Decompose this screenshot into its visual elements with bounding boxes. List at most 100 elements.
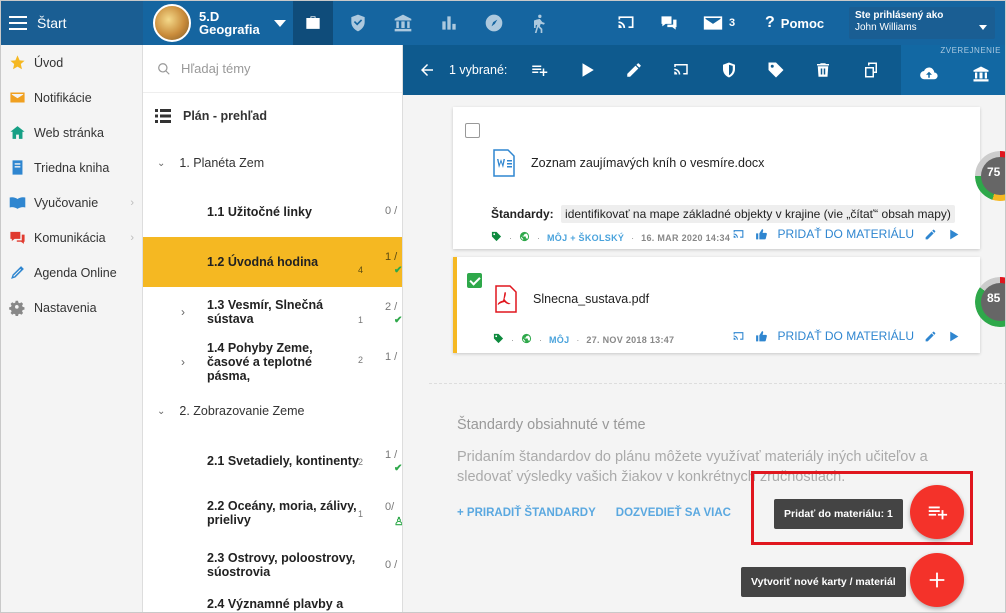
gauge-icon[interactable] [474,1,514,45]
start-button[interactable]: Štart [1,1,143,45]
tag-icon[interactable] [758,45,794,95]
walking-icon[interactable] [519,1,559,45]
create-new-fab[interactable] [910,553,964,607]
nav-item-web-stranka[interactable]: Web stránka [1,115,142,150]
lesson-progress: 1 / [385,449,398,461]
select-checkbox[interactable] [465,123,480,138]
left-nav: Úvod Notifikácie Web stránka Triedna kni… [1,45,143,612]
nav-item-notifikacie[interactable]: Notifikácie [1,80,142,115]
lesson-1-2[interactable]: 1.2 Úvodná hodina 4 1 / ✔ [143,237,402,287]
nav-item-komunikacia[interactable]: Komunikácia › [1,220,142,255]
lesson-title: 1.4 Pohyby Zeme, časové a teplotné pásma… [207,341,313,383]
nav-label: Notifikácie [34,90,92,105]
cast-icon[interactable] [732,228,745,241]
chevron-right-icon: › [130,196,134,209]
chevron-right-icon[interactable]: › [181,355,185,369]
logged-in-label: Ste prihlásený ako [855,10,944,21]
user-menu[interactable]: Ste prihlásený ako John Williams [849,7,995,39]
lesson-title: 1.3 Vesmír, Slnečná sústava [207,298,324,326]
lesson-2-1[interactable]: 2.1 Svetadiely, kontinenty 2 1 / ✔ [143,435,402,487]
plan-label: Plán - prehľad [183,109,267,123]
chevron-down-icon: ⌄ [157,405,166,417]
lesson-1-3[interactable]: › 1.3 Vesmír, Slnečná sústava 1 2 / ✔ [143,287,402,337]
add-to-material-fab[interactable] [910,485,964,539]
play-icon[interactable] [947,330,960,343]
copy-icon[interactable] [853,45,889,95]
material-card-selected[interactable]: Slnecna_sustava.pdf · · MÔJ · 27. NOV 20… [453,257,980,353]
standard-chip[interactable]: identifikovať na mape základné objekty v… [561,205,955,223]
lesson-count: 4 [358,265,364,275]
bar-chart-icon[interactable] [429,1,469,45]
topic-search[interactable]: Hľadaj témy [143,45,402,93]
cast-icon[interactable] [606,1,646,45]
lesson-1-1[interactable]: 1.1 Užitočné linky 0 / [143,187,402,237]
edit-icon[interactable] [924,330,937,343]
lesson-count: 1 [358,315,364,325]
date-label: 27. NOV 2018 13:47 [586,334,675,345]
chat-icon [10,231,25,244]
chevron-right-icon[interactable]: › [181,305,185,319]
class-selector[interactable]: 5.D Geografia [153,4,286,42]
word-doc-icon [493,149,515,177]
chapter-title: 1. Planéta Zem [179,156,265,170]
nav-item-vyucovanie[interactable]: Vyučovanie › [1,185,142,220]
plan-overview[interactable]: Plán - prehľad [143,93,402,139]
mail-button[interactable]: 3 [703,1,735,45]
nav-item-triedna-kniha[interactable]: Triedna kniha [1,150,142,185]
lesson-title: 1.2 Úvodná hodina [207,255,319,269]
lesson-1-4[interactable]: › 1.4 Pohyby Zeme, časové a teplotné pás… [143,337,402,387]
edit-icon[interactable] [616,45,652,95]
edit-icon[interactable] [924,228,937,241]
date-label: 16. MAR 2020 14:34 [641,232,731,243]
create-new-tooltip: Vytvoriť nové karty / materiál [741,567,906,597]
chat-bubbles-icon[interactable] [649,1,689,45]
help-button[interactable]: ? Pomoc [765,1,824,45]
trash-icon[interactable] [805,45,841,95]
shield-icon[interactable] [338,1,378,45]
chapter-1[interactable]: ⌄ 1. Planéta Zem [143,139,402,187]
thumbs-up-icon[interactable] [755,228,768,241]
globe-icon [521,333,532,346]
start-label: Štart [37,15,67,31]
standards-section-title: Štandardy obsiahnuté v téme [457,417,646,433]
shield-icon[interactable] [711,45,747,95]
cloud-upload-icon[interactable] [911,49,947,99]
assign-standards-link[interactable]: + PRIRADIŤ ŠTANDARDY [457,507,596,519]
bank-icon[interactable] [963,49,999,99]
cast-icon[interactable] [663,45,699,95]
play-icon[interactable] [947,228,960,241]
top-bar: Štart 5.D Geografia 3 ? Pomoc Ste prihlá… [1,1,1005,45]
file-name[interactable]: Slnecna_sustava.pdf [533,292,649,306]
cast-icon[interactable] [732,330,745,343]
bank-icon[interactable] [383,1,423,45]
add-to-list-icon[interactable] [521,45,557,95]
lesson-2-3[interactable]: 2.3 Ostrovy, poloostrovy, súostrovia 0 / [143,539,402,591]
nav-item-nastavenia[interactable]: Nastavenia [1,290,142,325]
file-name[interactable]: Zoznam zaujímavých kníh o vesmíre.docx [531,156,764,170]
nav-item-agenda-online[interactable]: Agenda Online [1,255,142,290]
chapter-2[interactable]: ⌄ 2. Zobrazovanie Zeme [143,387,402,435]
material-card[interactable]: Zoznam zaujímavých kníh o vesmíre.docx Š… [453,107,980,249]
lesson-progress: 0/ [385,501,395,513]
thumbs-up-icon[interactable] [755,330,768,343]
briefcase-icon[interactable] [293,1,333,45]
search-input[interactable]: Hľadaj témy [181,61,251,76]
chevron-right-icon: › [130,231,134,244]
lesson-progress: 0 / [385,205,398,217]
tag-icon[interactable] [491,231,502,244]
play-icon[interactable] [569,45,605,95]
nav-item-uvod[interactable]: Úvod [1,45,142,80]
lesson-2-4[interactable]: 2.4 Významné plavby a [143,591,402,612]
learn-more-link[interactable]: DOZVEDIEŤ SA VIAC [616,507,731,519]
add-to-material-link[interactable]: PRIDAŤ DO MATERIÁLU [778,227,914,241]
chevron-down-icon [979,25,987,30]
add-to-material-link[interactable]: PRIDAŤ DO MATERIÁLU [778,329,914,343]
lesson-2-2[interactable]: 2.2 Oceány, moria, zálivy, prielivy 1 0/… [143,487,402,539]
lesson-progress: 2 / [385,301,398,313]
selection-action-bar: 1 vybrané: ZVEREJNENIE [403,45,1005,95]
check-icon: ✔ [394,265,403,276]
select-checkbox-checked[interactable] [467,273,482,288]
hamburger-icon [9,16,27,30]
tag-icon[interactable] [493,333,504,346]
back-arrow-icon[interactable] [409,45,445,95]
